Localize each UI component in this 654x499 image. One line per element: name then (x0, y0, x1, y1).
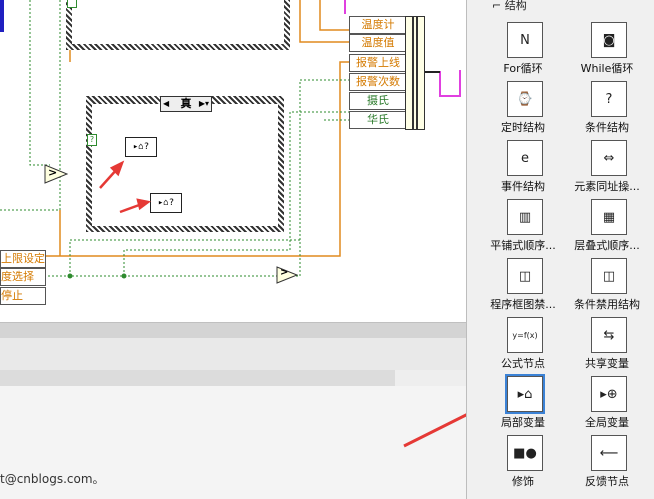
iteration-terminal (67, 0, 77, 8)
palette-item-label: 局部变量 (501, 416, 545, 429)
case-prev-icon[interactable]: ◀ (163, 97, 169, 111)
for-loop-icon[interactable]: N (507, 22, 543, 58)
degree-select-control[interactable]: 度选择 (0, 268, 46, 286)
feedback-node-icon[interactable]: ⟵ (591, 435, 627, 471)
cluster-item-alarm-count[interactable]: 报警次数 (349, 73, 407, 91)
canvas-horizontal-scrollbar[interactable] (0, 322, 466, 339)
palette-item-conditional-disable[interactable]: ◫ 条件禁用结构 (561, 258, 653, 316)
case-selector[interactable]: ◀ 真 ▶▾ (160, 96, 212, 112)
cluster-item-temperature-value[interactable]: 温度值 (349, 34, 407, 52)
palette-item-label: For循环 (503, 62, 543, 75)
not-node[interactable]: > (276, 266, 299, 284)
wire-blue-stub (0, 0, 4, 32)
palette-item-decorations[interactable]: ■● 修饰 (477, 435, 569, 493)
greater-than-node[interactable]: > (44, 164, 69, 184)
event-structure-icon[interactable]: e (507, 140, 543, 176)
window-horizontal-scrollbar[interactable] (0, 370, 466, 386)
palette-item-diagram-disable[interactable]: ◫ 程序框图禁... (477, 258, 569, 316)
palette-item-label: 平铺式顺序... (490, 239, 556, 252)
formula-node-icon[interactable]: y=f(x) (507, 317, 543, 353)
timed-structure-icon[interactable]: ⌚ (507, 81, 543, 117)
palette-item-stacked-sequence[interactable]: ▦ 层叠式顺序... (561, 199, 653, 257)
palette-item-label: 元素同址操... (574, 180, 640, 193)
palette-item-flat-sequence[interactable]: ▥ 平铺式顺序... (477, 199, 569, 257)
scrollbar-thumb[interactable] (395, 370, 466, 386)
palette-item-label: 反馈节点 (585, 475, 629, 488)
local-variable-icon[interactable]: ▸⌂ (507, 376, 543, 412)
palette-item-label: 条件结构 (585, 121, 629, 134)
for-loop-icon-glyph: N (520, 32, 530, 48)
global-variable-icon[interactable]: ▸⊕ (591, 376, 627, 412)
credit-text: t@cnblogs.com。 (0, 472, 105, 486)
palette-title: 结构 (504, 0, 527, 12)
palette-item-feedback-node[interactable]: ⟵ 反馈节点 (561, 435, 653, 493)
palette-item-label: 程序框图禁... (490, 298, 556, 311)
shared-variable-icon[interactable]: ⇆ (591, 317, 627, 353)
conditional-disable-icon[interactable]: ◫ (591, 258, 627, 294)
palette-item-formula-node[interactable]: y=f(x) 公式节点 (477, 317, 569, 375)
window-background (0, 338, 466, 370)
stacked-sequence-icon[interactable]: ▦ (591, 199, 627, 235)
cluster-item-fahrenheit[interactable]: 华氏 (349, 111, 407, 129)
palette-item-label: While循环 (580, 62, 634, 75)
feedback-node-icon-glyph: ⟵ (599, 445, 619, 461)
palette-item-label: 定时结构 (501, 121, 545, 134)
palette-item-label: 事件结构 (501, 180, 545, 193)
palette-item-event-structure[interactable]: e 事件结构 (477, 140, 569, 198)
palette-item-label: 修饰 (512, 475, 534, 488)
decorations-icon[interactable]: ■● (507, 435, 543, 471)
global-variable-icon-glyph: ▸⊕ (600, 386, 618, 402)
bundle-node[interactable] (405, 16, 425, 130)
palette-item-label: 共享变量 (585, 357, 629, 370)
case-next-icon[interactable]: ▶▾ (199, 97, 209, 111)
upper-limit-control[interactable]: 上限设定 (0, 250, 46, 268)
timed-structure-icon-glyph: ⌚ (516, 91, 534, 107)
block-diagram-canvas[interactable]: ◀ 真 ▶▾ ? ▸⌂? ▸⌂? > > 温度计 温度值 报警上线 报警次数 摄… (0, 0, 466, 322)
in-place-structure-icon-glyph: ⇔ (603, 150, 615, 166)
palette-item-timed-structure[interactable]: ⌚ 定时结构 (477, 81, 569, 139)
conditional-disable-icon-glyph: ◫ (602, 268, 616, 284)
while-loop-icon[interactable]: ◙ (591, 22, 627, 58)
palette-item-for-loop[interactable]: N For循环 (477, 22, 569, 80)
cluster-item-celsius[interactable]: 摄氏 (349, 92, 407, 110)
palette-item-case-structure[interactable]: ? 条件结构 (561, 81, 653, 139)
flat-sequence-icon-glyph: ▥ (518, 209, 532, 225)
event-structure-icon-glyph: e (521, 150, 529, 166)
flat-sequence-icon[interactable]: ▥ (507, 199, 543, 235)
palette-item-local-variable[interactable]: ▸⌂ 局部变量 (477, 376, 569, 434)
palette-header[interactable]: ⌐ 结构 (492, 0, 527, 13)
palette-item-shared-variable[interactable]: ⇆ 共享变量 (561, 317, 653, 375)
collapse-icon[interactable]: ⌐ (492, 0, 501, 12)
palette-item-in-place-structure[interactable]: ⇔ 元素同址操... (561, 140, 653, 198)
palette-item-global-variable[interactable]: ▸⊕ 全局变量 (561, 376, 653, 434)
palette-item-label: 公式节点 (501, 357, 545, 370)
local-variable-node-1[interactable]: ▸⌂? (125, 137, 157, 157)
palette-item-label: 层叠式顺序... (574, 239, 640, 252)
case-structure-icon-glyph: ? (605, 91, 613, 107)
palette-item-while-loop[interactable]: ◙ While循环 (561, 22, 653, 80)
diagram-disable-icon-glyph: ◫ (518, 268, 532, 284)
while-loop-icon-glyph: ◙ (602, 32, 616, 48)
shared-variable-icon-glyph: ⇆ (603, 327, 615, 343)
diagram-disable-icon[interactable]: ◫ (507, 258, 543, 294)
decorations-icon-glyph: ■● (513, 445, 537, 461)
in-place-structure-icon[interactable]: ⇔ (591, 140, 627, 176)
local-variable-icon-glyph: ▸⌂ (517, 386, 533, 402)
structures-palette[interactable]: ⌐ 结构 N For循环 ◙ While循环 ⌚ 定时结构? 条件结构 e 事件结构 ⇔ 元素同址操… (466, 0, 654, 499)
palette-item-label: 全局变量 (585, 416, 629, 429)
palette-item-label: 条件禁用结构 (574, 298, 640, 311)
cluster-item-thermometer[interactable]: 温度计 (349, 16, 407, 34)
stacked-sequence-icon-glyph: ▦ (602, 209, 616, 225)
case-selector-label: 真 (180, 97, 192, 110)
case-selector-terminal: ? (87, 134, 97, 146)
case-structure-icon[interactable]: ? (591, 81, 627, 117)
formula-node-icon-glyph: y=f(x) (512, 330, 538, 340)
cluster-item-alarm-upper[interactable]: 报警上线 (349, 54, 407, 72)
annotation-arrows-canvas (99, 160, 151, 214)
stop-control[interactable]: 停止 (0, 287, 46, 305)
